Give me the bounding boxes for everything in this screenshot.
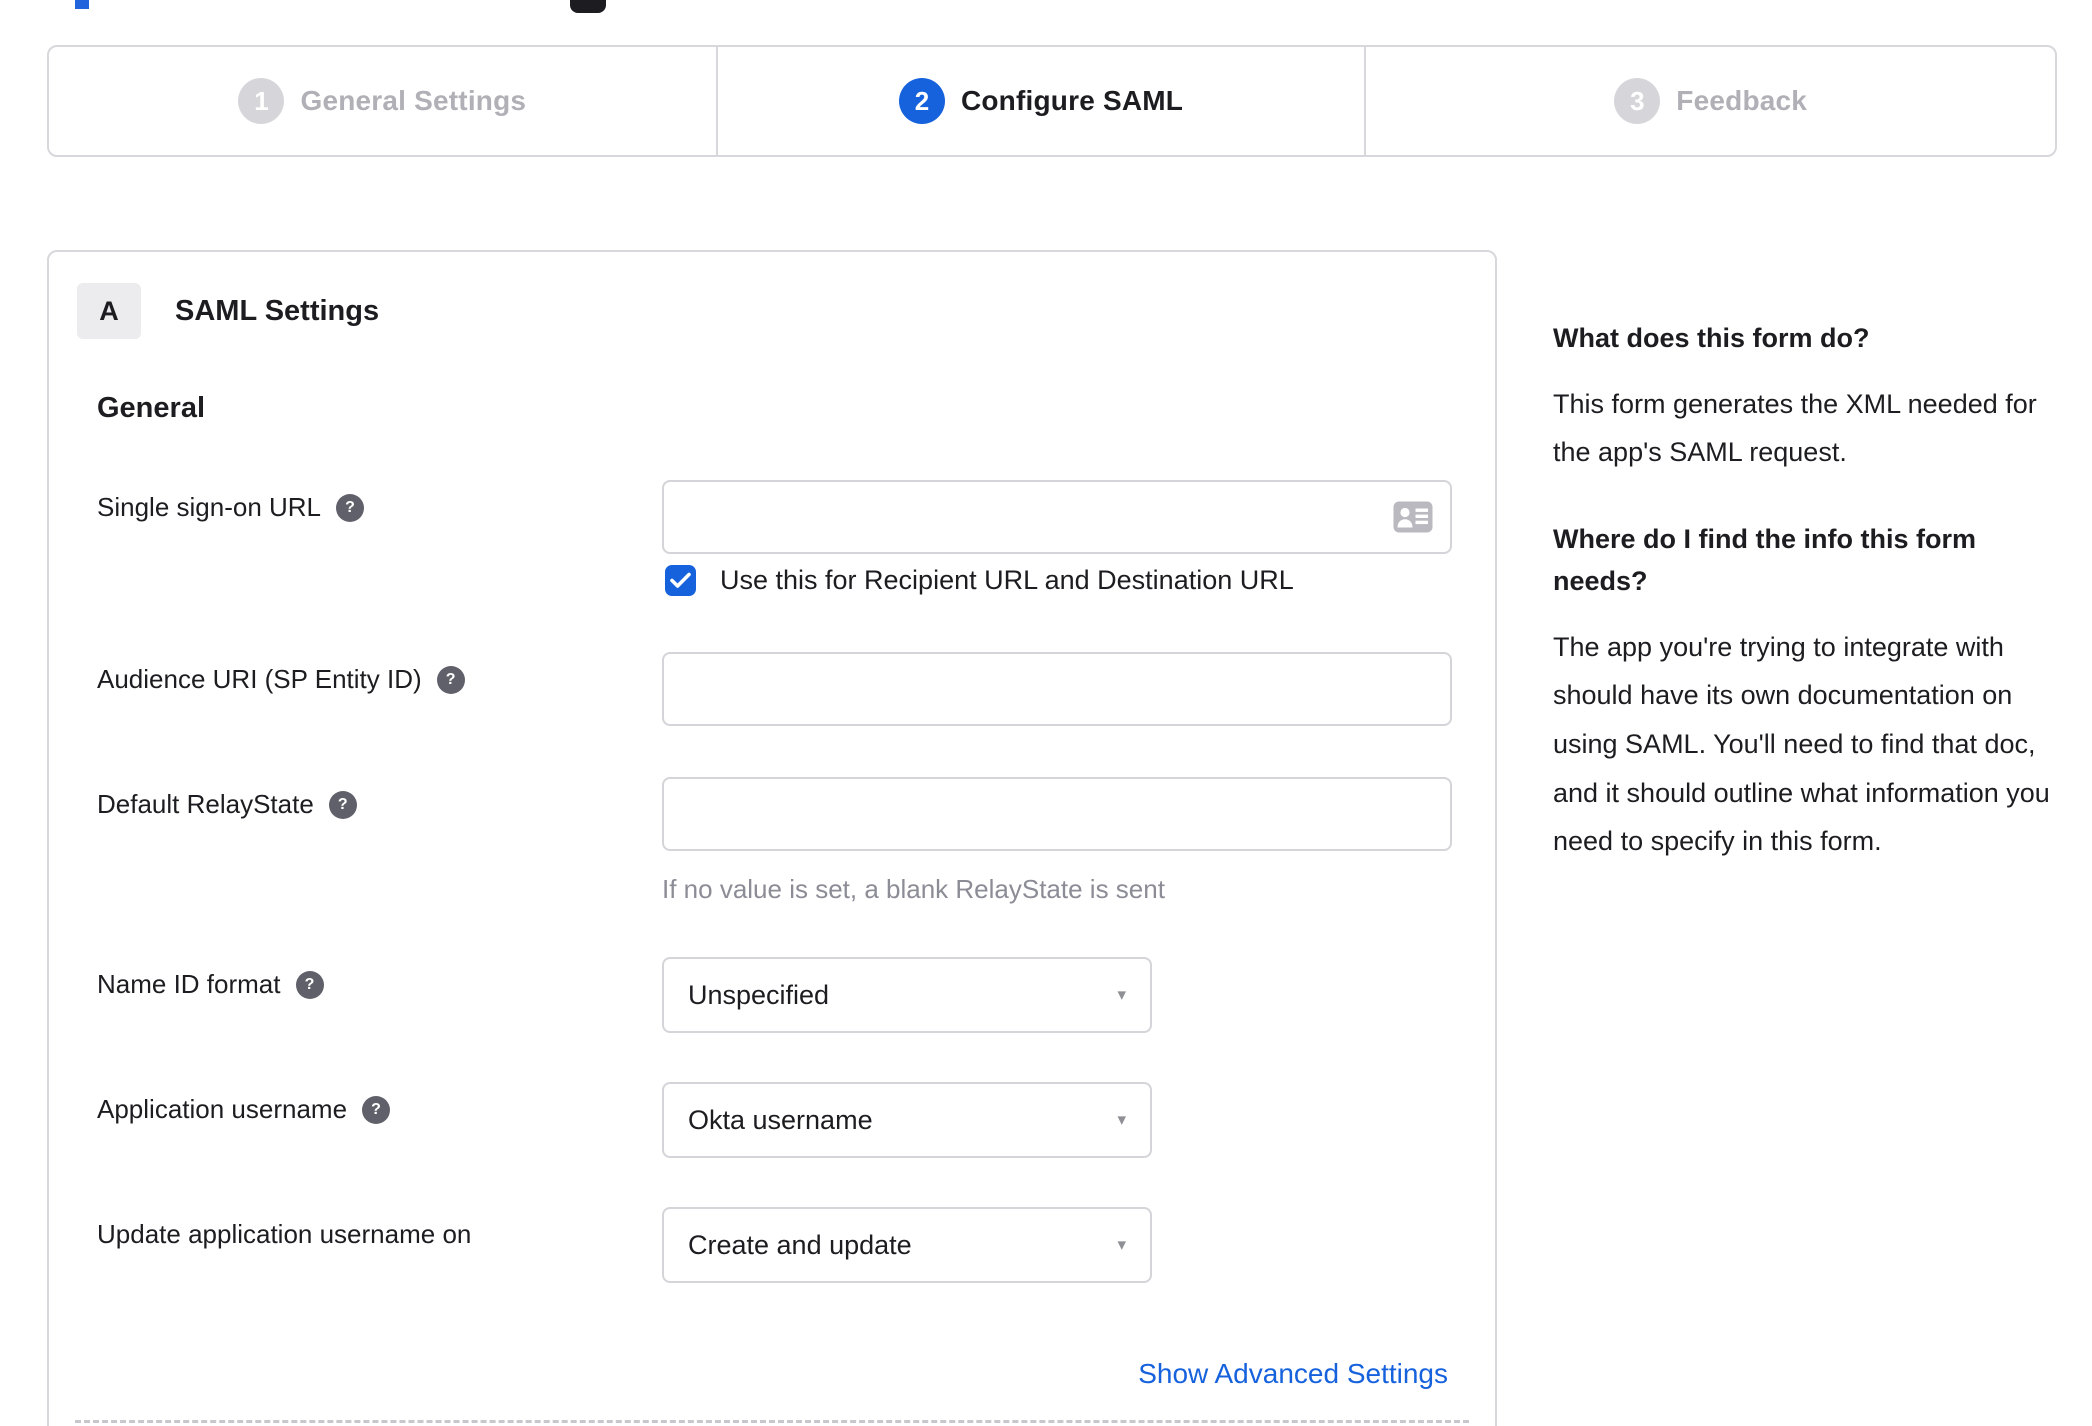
step-2-label: Configure SAML [960, 85, 1184, 116]
step-feedback[interactable]: 3 Feedback [1364, 47, 2055, 155]
show-advanced-settings-link[interactable]: Show Advanced Settings [1138, 1358, 1448, 1390]
audience-uri-label-text: Audience URI (SP Entity ID) [97, 664, 422, 694]
step-configure-saml[interactable]: 2 Configure SAML [715, 47, 1365, 155]
clipped-header-icon-fragment [570, 0, 606, 13]
name-id-format-select[interactable]: Unspecified ▾ [662, 957, 1152, 1033]
wizard-stepper: 1 General Settings 2 Configure SAML 3 Fe… [47, 45, 2057, 157]
help-sidebar: What does this form do? This form genera… [1553, 318, 2068, 908]
relay-state-input[interactable] [662, 777, 1452, 851]
name-id-format-label: Name ID format ? [97, 969, 324, 1000]
audience-uri-label: Audience URI (SP Entity ID) ? [97, 664, 465, 695]
help-answer-1: This form generates the XML needed for t… [1553, 388, 2037, 468]
recipient-url-checkbox-label: Use this for Recipient URL and Destinati… [720, 565, 1294, 595]
help-question-2: Where do I find the info this form needs… [1553, 524, 1976, 596]
step-3-label: Feedback [1676, 85, 1808, 116]
chevron-down-icon: ▾ [1117, 1235, 1126, 1254]
section-divider-dashed [75, 1420, 1469, 1423]
update-username-label: Update application username on [97, 1219, 471, 1250]
audience-uri-input[interactable] [662, 652, 1452, 726]
update-username-label-text: Update application username on [97, 1219, 472, 1249]
help-question-1: What does this form do? [1553, 323, 1870, 353]
update-username-value: Create and update [688, 1229, 912, 1260]
application-username-value: Okta username [688, 1104, 873, 1135]
panel-header: A SAML Settings [77, 283, 379, 339]
sso-url-help-icon[interactable]: ? [336, 493, 365, 522]
contact-card-icon[interactable] [1393, 501, 1433, 533]
application-username-help-icon[interactable]: ? [362, 1095, 391, 1124]
sso-url-label: Single sign-on URL ? [97, 492, 365, 523]
update-username-select[interactable]: Create and update ▾ [662, 1207, 1152, 1283]
step-general-settings[interactable]: 1 General Settings [49, 47, 716, 155]
relay-state-label-text: Default RelayState [97, 789, 314, 819]
sso-url-label-text: Single sign-on URL [97, 492, 322, 522]
name-id-format-label-text: Name ID format [97, 969, 281, 999]
application-username-select[interactable]: Okta username ▾ [662, 1082, 1152, 1158]
saml-settings-panel: A SAML Settings General Single sign-on U… [47, 250, 1497, 1426]
general-section-heading: General [97, 392, 205, 424]
step-2-number-badge: 2 [898, 78, 945, 124]
panel-title: SAML Settings [175, 294, 380, 327]
relay-state-label: Default RelayState ? [97, 789, 357, 820]
chevron-down-icon: ▾ [1117, 1110, 1126, 1129]
clipped-header-blue-fragment [75, 0, 89, 9]
help-answer-2: The app you're trying to integrate with … [1553, 631, 2050, 857]
section-a-badge: A [77, 283, 141, 339]
checkmark-icon [670, 572, 691, 588]
step-1-number-badge: 1 [238, 78, 285, 124]
relay-state-help-icon[interactable]: ? [328, 790, 357, 819]
chevron-down-icon: ▾ [1117, 985, 1126, 1004]
relay-state-hint: If no value is set, a blank RelayState i… [662, 874, 1165, 904]
name-id-format-value: Unspecified [688, 979, 830, 1010]
step-3-number-badge: 3 [1614, 78, 1661, 124]
sso-url-input[interactable] [662, 480, 1452, 554]
recipient-url-checkbox[interactable] [665, 565, 696, 596]
application-username-label: Application username ? [97, 1094, 391, 1125]
audience-uri-help-icon[interactable]: ? [436, 665, 465, 694]
application-username-label-text: Application username [97, 1094, 348, 1124]
name-id-format-help-icon[interactable]: ? [295, 970, 324, 999]
recipient-url-checkbox-row: Use this for Recipient URL and Destinati… [665, 565, 1294, 596]
step-1-label: General Settings [300, 85, 527, 116]
